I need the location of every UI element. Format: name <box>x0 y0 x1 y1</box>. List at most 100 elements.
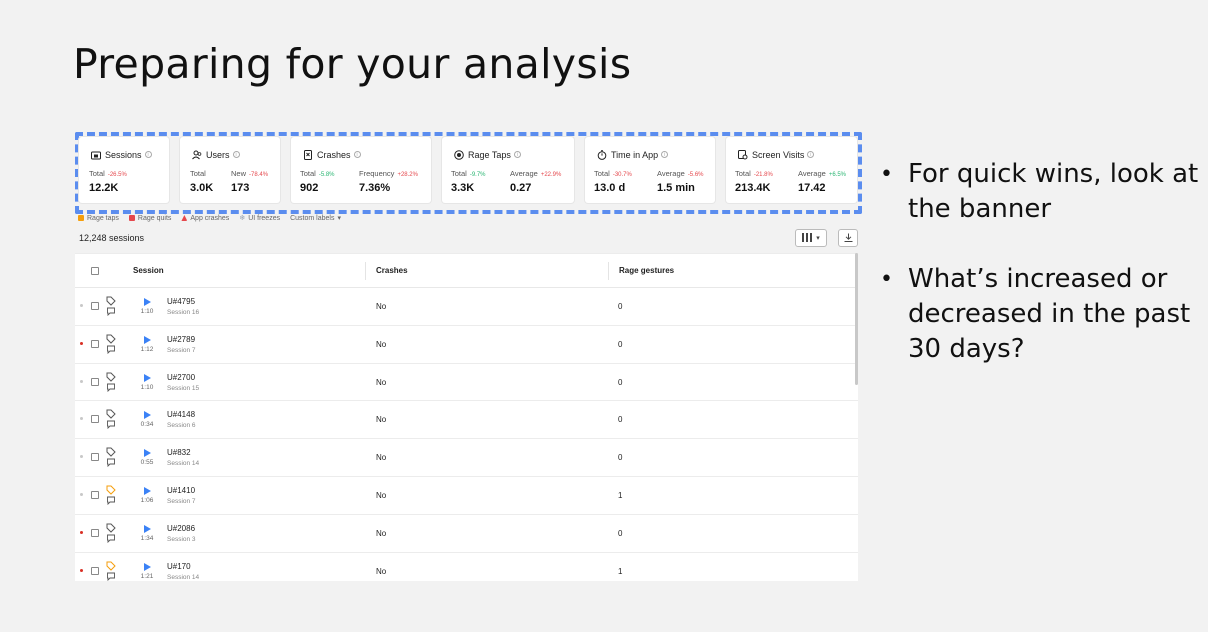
info-icon[interactable]: i <box>807 151 815 158</box>
user-id[interactable]: U#1410 <box>167 486 195 495</box>
rage-gestures-value: 0 <box>618 528 623 538</box>
card-title: Rage Taps <box>468 149 511 160</box>
comment-icon <box>107 383 115 392</box>
filter-label: UI freezes <box>248 214 281 222</box>
column-header-crashes[interactable]: Crashes <box>376 266 408 275</box>
column-header-rage-gestures[interactable]: Rage gestures <box>619 266 674 275</box>
rage-gestures-value: 1 <box>618 566 623 576</box>
play-icon[interactable] <box>141 372 153 384</box>
row-tags <box>106 372 116 392</box>
row-checkbox[interactable] <box>91 415 99 424</box>
stopwatch-icon <box>596 149 607 160</box>
comment-icon <box>107 496 115 506</box>
metric-value: 13.0 d <box>594 182 626 194</box>
status-dot <box>80 341 83 345</box>
tag-icon <box>106 523 116 533</box>
filter-ui-freezes[interactable]: ❄ UI freezes <box>239 214 281 223</box>
table-row[interactable]: 1:10 U#4795 Session 16 No 0 <box>75 288 858 326</box>
table-row[interactable]: 1:06 U#1410 Session 7 No 1 <box>75 477 858 515</box>
info-icon[interactable]: i <box>513 151 521 158</box>
metric-card-crashes[interactable]: Crashes i Total -5.8% 902 Frequency +28.2%… <box>291 137 431 203</box>
table-scrollbar[interactable] <box>855 253 858 385</box>
table-header: Session Crashes Rage gestures <box>75 254 858 288</box>
session-number: Session 14 <box>167 460 200 468</box>
play-icon[interactable] <box>141 296 153 308</box>
filter-app-crashes[interactable]: App crashes <box>181 214 229 222</box>
metric-card-rage-taps[interactable]: Rage Taps i Total -9.7% 3.3K Average +22.9… <box>442 137 574 203</box>
download-button[interactable] <box>838 229 858 247</box>
rage-gestures-value: 0 <box>618 339 623 349</box>
metric-label: Total <box>451 169 467 178</box>
user-id[interactable]: U#4795 <box>167 297 195 306</box>
row-checkbox[interactable] <box>91 377 99 386</box>
play-icon[interactable] <box>141 561 153 573</box>
metric-card-screen-visits[interactable]: Screen Visits i Total -21.8% 213.4K Avera… <box>726 137 857 203</box>
filter-bar: Rage taps Rage quits App crashes ❄ UI fre… <box>78 214 341 222</box>
rage-taps-icon <box>78 215 84 221</box>
tag-icon <box>106 409 116 420</box>
crash-icon <box>302 149 313 160</box>
metric-card-sessions[interactable]: Sessions i Total -26.5% 12.2K <box>79 137 169 203</box>
table-row[interactable]: 1:21 U#170 Session 14 No 1 <box>75 553 858 581</box>
row-checkbox[interactable] <box>91 528 99 537</box>
rage-gestures-value: 0 <box>618 453 623 463</box>
row-checkbox[interactable] <box>91 302 99 310</box>
table-row[interactable]: 1:12 U#2789 Session 7 No 0 <box>75 326 858 364</box>
info-icon[interactable]: i <box>144 151 152 158</box>
metric-delta: -9.7% <box>469 172 486 178</box>
user-id[interactable]: U#832 <box>167 448 191 457</box>
app-screenshot: Sessions i Total -26.5% 12.2K Users i Tot… <box>75 132 862 581</box>
phone-lock-icon <box>90 149 101 160</box>
metric-card-time-in-app[interactable]: Time in App i Total -30.7% 13.0 d Average… <box>585 137 715 203</box>
table-row[interactable]: 0:55 U#832 Session 14 No 0 <box>75 439 858 477</box>
info-icon[interactable]: i <box>353 151 361 158</box>
row-tags <box>106 447 116 468</box>
row-checkbox[interactable] <box>91 339 99 348</box>
table-row[interactable]: 0:34 U#4148 Session 6 No 0 <box>75 401 858 440</box>
rage-gestures-value: 1 <box>618 490 623 500</box>
user-id[interactable]: U#170 <box>167 562 191 571</box>
column-divider <box>365 262 366 280</box>
user-id[interactable]: U#2789 <box>167 335 195 344</box>
filter-custom-labels[interactable]: Custom labels ▾ <box>290 214 341 223</box>
row-checkbox[interactable] <box>91 490 99 499</box>
table-row[interactable]: 1:34 U#2086 Session 3 No 0 <box>75 515 858 553</box>
columns-button[interactable]: ▾ <box>795 229 827 247</box>
crashes-value: No <box>376 415 387 425</box>
status-dot <box>80 417 83 421</box>
filter-rage-quits[interactable]: Rage quits <box>128 214 171 222</box>
session-duration: 1:21 <box>140 572 154 580</box>
status-dot <box>80 568 83 572</box>
metric-card-users[interactable]: Users i Total 3.0K New -78.4% 173 <box>180 137 280 203</box>
row-checkbox[interactable] <box>91 566 99 575</box>
play-icon[interactable] <box>141 334 153 346</box>
play-icon[interactable] <box>141 485 153 497</box>
play-icon[interactable] <box>141 409 153 421</box>
rage-gestures-value: 0 <box>618 377 623 387</box>
info-icon[interactable]: i <box>232 151 240 158</box>
user-id[interactable]: U#4148 <box>167 410 195 419</box>
play-icon[interactable] <box>141 523 153 535</box>
user-id[interactable]: U#2086 <box>167 524 195 533</box>
metric-label: Average <box>798 169 826 178</box>
comment-icon <box>107 458 115 468</box>
warning-icon <box>181 215 188 221</box>
column-header-session[interactable]: Session <box>133 266 164 275</box>
row-checkbox[interactable] <box>91 453 99 462</box>
card-title: Crashes <box>317 149 351 160</box>
comment-icon <box>107 420 115 430</box>
metric-value: 173 <box>231 182 250 194</box>
select-all-checkbox[interactable] <box>91 267 99 275</box>
crashes-value: No <box>376 528 387 538</box>
session-duration: 1:10 <box>140 383 154 391</box>
chevron-down-icon: ▾ <box>816 235 820 242</box>
filter-rage-taps[interactable]: Rage taps <box>78 214 119 222</box>
session-duration: 1:06 <box>140 496 154 504</box>
bullet-increase-decrease: What’s increased or decreased in the pas… <box>880 262 1200 367</box>
metric-label: Total <box>190 169 206 178</box>
play-icon[interactable] <box>141 447 153 459</box>
user-id[interactable]: U#2700 <box>167 373 195 382</box>
metric-value: 0.27 <box>510 182 532 194</box>
info-icon[interactable]: i <box>661 151 669 158</box>
table-row[interactable]: 1:10 U#2700 Session 15 No 0 <box>75 364 858 402</box>
